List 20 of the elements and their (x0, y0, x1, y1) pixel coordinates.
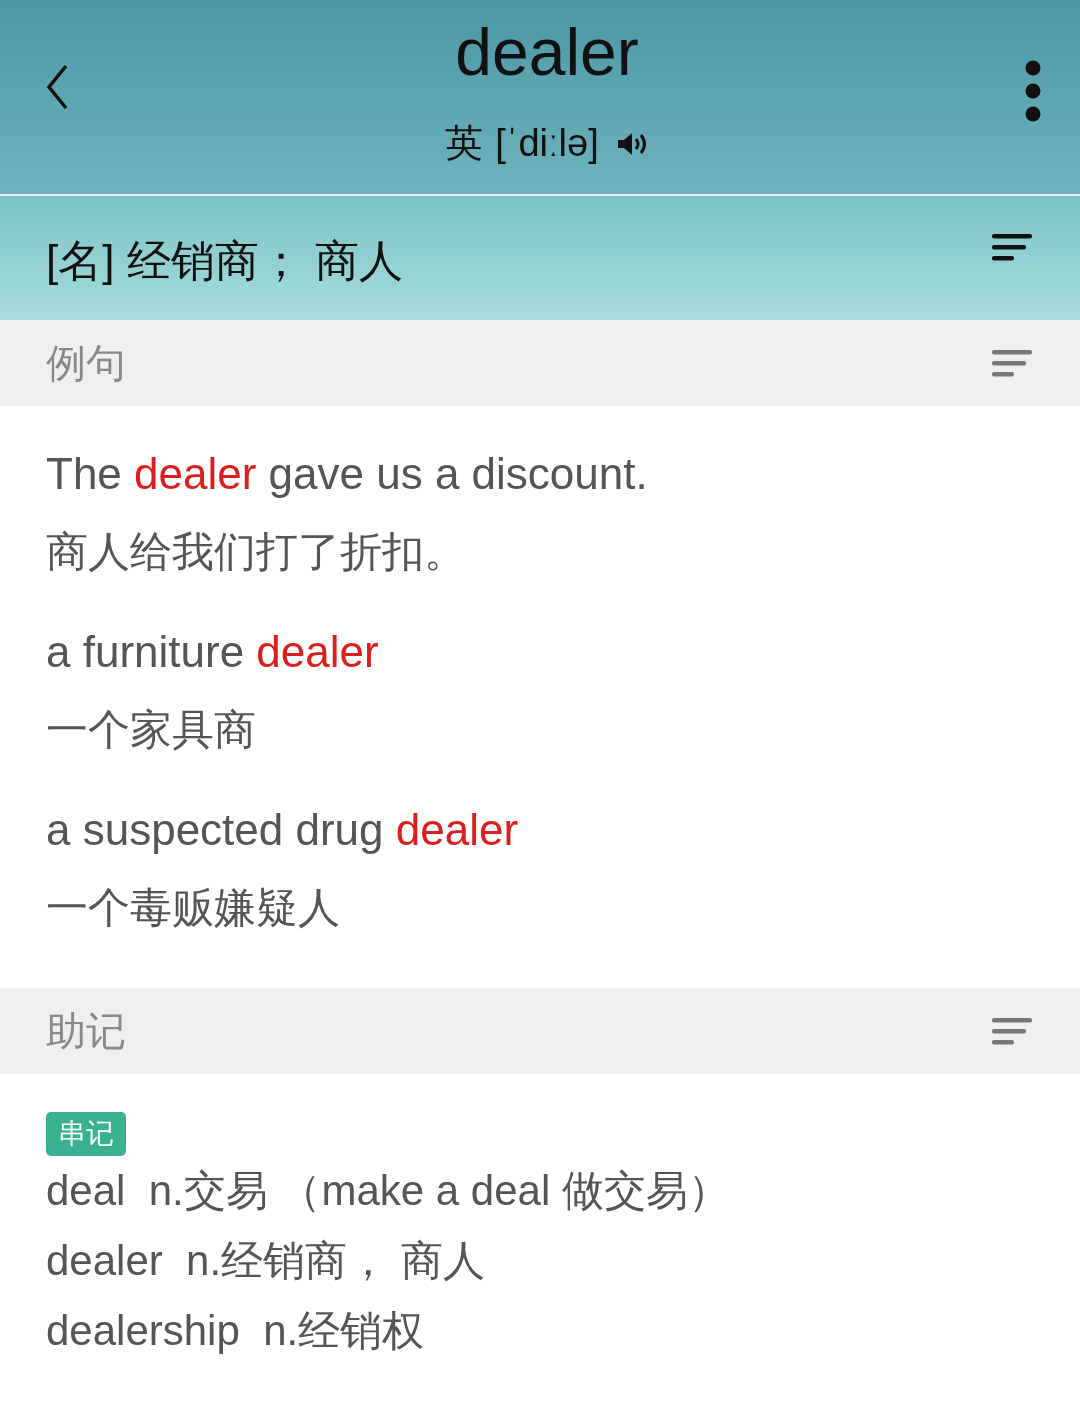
example-sentence: a furniture dealer (46, 626, 380, 678)
section-title: 例句 (46, 339, 126, 387)
mnemonic-line: dealership n.经销权 (46, 1306, 426, 1356)
mnemonic-tag: 串记 (46, 1112, 126, 1156)
mnemonic-line: deal n.交易 （make a deal 做交易） (46, 1166, 731, 1216)
headword: dealer (455, 14, 639, 91)
example-sentence: a suspected drug dealer (46, 804, 520, 856)
section-title: 助记 (46, 1007, 126, 1055)
back-icon[interactable] (46, 64, 70, 110)
sort-icon[interactable] (992, 233, 1032, 261)
example-translation: 商人给我们打了折扣。 (46, 527, 467, 577)
accent-label: 英 (445, 121, 484, 166)
example-sentence: The dealer gave us a discount. (46, 448, 649, 500)
speaker-icon[interactable] (616, 130, 649, 157)
phonetic-text: [ˈdiːlə] (495, 122, 599, 165)
definition-text: [名] 经销商； 商人 (46, 234, 403, 287)
more-icon[interactable] (1024, 60, 1042, 122)
mnemonic-line: dealer n.经销商， 商人 (46, 1236, 486, 1286)
example-translation: 一个毒贩嫌疑人 (46, 883, 341, 933)
example-translation: 一个家具商 (46, 705, 257, 755)
